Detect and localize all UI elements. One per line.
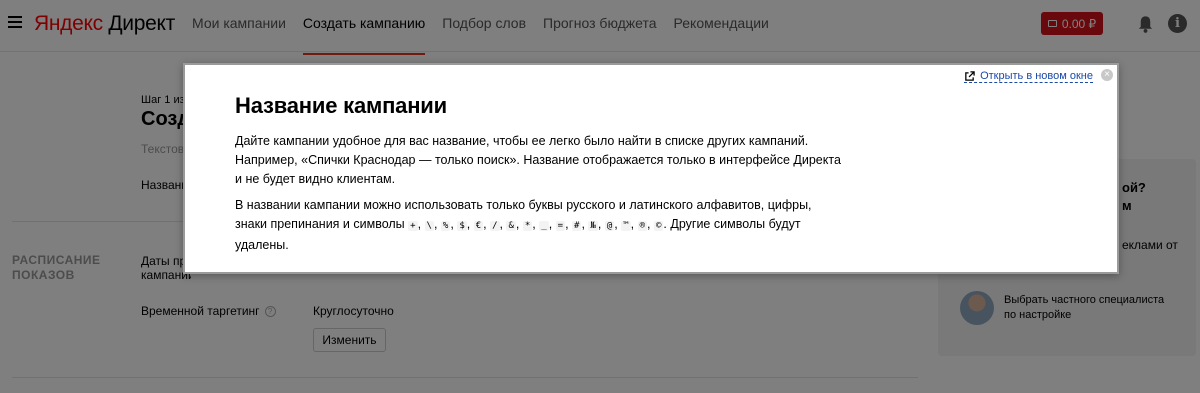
allowed-symbol: + bbox=[408, 221, 418, 231]
modal-title: Название кампании bbox=[235, 93, 447, 118]
allowed-symbol: # bbox=[572, 221, 582, 231]
help-modal: Открыть в новом окне × Название кампании… bbox=[183, 63, 1119, 274]
external-link-icon bbox=[965, 70, 975, 81]
allowed-symbols-list: +, \, %, $, €, /, &, *, _, =, #, №, @, ™… bbox=[408, 217, 664, 231]
allowed-symbol: @ bbox=[604, 221, 615, 231]
allowed-symbol: ™ bbox=[621, 221, 631, 231]
close-icon[interactable]: × bbox=[1101, 69, 1113, 81]
modal-paragraph-2: В названии кампании можно использовать т… bbox=[235, 196, 845, 255]
open-in-new-window-link[interactable]: Открыть в новом окне bbox=[964, 70, 1093, 83]
allowed-symbol: $ bbox=[457, 221, 467, 231]
allowed-symbol: _ bbox=[539, 221, 549, 231]
modal-body: Дайте кампании удобное для вас название,… bbox=[235, 132, 845, 262]
modal-paragraph-1: Дайте кампании удобное для вас название,… bbox=[235, 134, 841, 186]
allowed-symbol: € bbox=[473, 221, 484, 231]
allowed-symbol: % bbox=[440, 221, 451, 231]
allowed-symbol: * bbox=[522, 221, 533, 231]
allowed-symbol: / bbox=[490, 221, 500, 231]
allowed-symbol: ® bbox=[637, 221, 648, 231]
open-in-new-window-label: Открыть в новом окне bbox=[980, 70, 1093, 82]
allowed-symbol: № bbox=[588, 221, 598, 231]
allowed-symbol: = bbox=[555, 221, 566, 231]
allowed-symbol: © bbox=[654, 221, 664, 231]
allowed-symbol: & bbox=[506, 221, 516, 231]
allowed-symbol: \ bbox=[424, 221, 434, 231]
